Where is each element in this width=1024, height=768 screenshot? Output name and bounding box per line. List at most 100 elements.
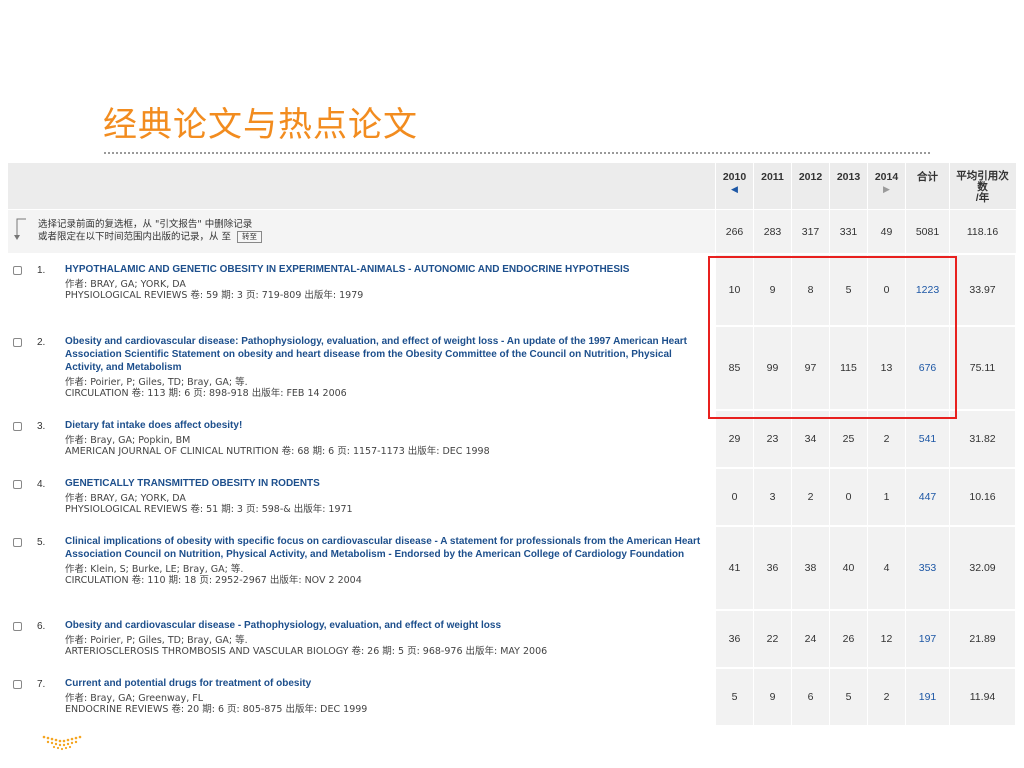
record-number: 4. xyxy=(37,479,46,490)
value-2014: 0 xyxy=(867,255,905,325)
record-number: 5. xyxy=(37,537,46,548)
record-checkbox[interactable] xyxy=(13,266,22,275)
value-2010: 85 xyxy=(715,327,753,409)
record-checkbox[interactable] xyxy=(13,538,22,547)
value-2013: 25 xyxy=(829,411,867,467)
record-authors: 作者: Poirier, P; Giles, TD; Bray, GA; 等. xyxy=(65,377,248,388)
avg-citations: 11.94 xyxy=(949,669,1015,725)
next-years-arrow-icon[interactable]: ▶ xyxy=(883,183,890,195)
record-body: GENETICALLY TRANSMITTED OBESITY IN RODEN… xyxy=(65,477,705,515)
value-2012: 24 xyxy=(791,611,829,667)
avg-citations: 10.16 xyxy=(949,469,1015,525)
record-number: 2. xyxy=(37,337,46,348)
summary-value-2012: 317 xyxy=(791,210,829,253)
summary-row: 选择记录前面的复选框，从 "引文报告" 中删除记录 或者限定在以下时间范围内出版… xyxy=(8,209,1016,253)
record-source: PHYSIOLOGICAL REVIEWS 卷: 59 期: 3 页: 719-… xyxy=(65,290,364,301)
table-row: 3. Dietary fat intake does affect obesit… xyxy=(8,409,1016,467)
summary-value-2013: 331 xyxy=(829,210,867,253)
record-title-link[interactable]: GENETICALLY TRANSMITTED OBESITY IN RODEN… xyxy=(65,477,705,490)
record-title-link[interactable]: Clinical implications of obesity with sp… xyxy=(65,535,705,561)
record-authors: 作者: Klein, S; Burke, LE; Bray, GA; 等. xyxy=(65,564,244,575)
year-col-2010[interactable]: 2010 ◀ xyxy=(715,163,753,209)
year-label: 2014 xyxy=(874,171,899,183)
value-2011: 99 xyxy=(753,327,791,409)
summary-stats: 266 283 317 331 49 5081 118.16 xyxy=(715,210,1016,253)
record-checkbox[interactable] xyxy=(13,338,22,347)
total-citations-link[interactable]: 1223 xyxy=(905,255,949,325)
record-stats: 36 22 24 26 12 197 21.89 xyxy=(715,611,1016,667)
table-row: 4. GENETICALLY TRANSMITTED OBESITY IN RO… xyxy=(8,467,1016,525)
record-stats: 41 36 38 40 4 353 32.09 xyxy=(715,527,1016,609)
record-checkbox[interactable] xyxy=(13,680,22,689)
record-authors: 作者: BRAY, GA; YORK, DA xyxy=(65,279,186,290)
record-title-link[interactable]: Obesity and cardiovascular disease: Path… xyxy=(65,335,705,374)
record-source: ARTERIOSCLEROSIS THROMBOSIS AND VASCULAR… xyxy=(65,646,548,657)
value-2011: 9 xyxy=(753,255,791,325)
record-number: 3. xyxy=(37,421,46,432)
total-col-header: 合计 xyxy=(905,163,949,209)
record-body: Dietary fat intake does affect obesity! … xyxy=(65,419,705,457)
summary-total: 5081 xyxy=(905,210,949,253)
record-source: PHYSIOLOGICAL REVIEWS 卷: 51 期: 3 页: 598-… xyxy=(65,504,353,515)
value-2013: 5 xyxy=(829,669,867,725)
year-label: 2013 xyxy=(836,171,861,183)
total-citations-link[interactable]: 447 xyxy=(905,469,949,525)
value-2014: 12 xyxy=(867,611,905,667)
value-2014: 2 xyxy=(867,411,905,467)
record-title-link[interactable]: Current and potential drugs for treatmen… xyxy=(65,677,705,690)
year-label: 2011 xyxy=(761,171,784,183)
record-checkbox[interactable] xyxy=(13,480,22,489)
total-citations-link[interactable]: 191 xyxy=(905,669,949,725)
value-2010: 29 xyxy=(715,411,753,467)
record-body: Clinical implications of obesity with sp… xyxy=(65,535,705,586)
record-source: CIRCULATION 卷: 110 期: 18 页: 2952-2967 出版… xyxy=(65,575,362,586)
value-2012: 34 xyxy=(791,411,829,467)
year-col-2013: 2013 xyxy=(829,163,867,209)
value-2010: 0 xyxy=(715,469,753,525)
value-2011: 22 xyxy=(753,611,791,667)
record-number: 1. xyxy=(37,265,46,276)
total-citations-link[interactable]: 197 xyxy=(905,611,949,667)
record-stats: 10 9 8 5 0 1223 33.97 xyxy=(715,255,1016,325)
total-label: 合计 xyxy=(917,171,938,183)
summary-instructions: 选择记录前面的复选框，从 "引文报告" 中删除记录 或者限定在以下时间范围内出版… xyxy=(38,219,263,244)
goto-button[interactable]: 转至 xyxy=(237,231,263,243)
value-2013: 0 xyxy=(829,469,867,525)
year-col-2012: 2012 xyxy=(791,163,829,209)
value-2014: 13 xyxy=(867,327,905,409)
record-title-link[interactable]: Obesity and cardiovascular disease - Pat… xyxy=(65,619,705,632)
summary-avg: 118.16 xyxy=(949,210,1015,253)
record-authors: 作者: BRAY, GA; YORK, DA xyxy=(65,493,186,504)
value-2012: 97 xyxy=(791,327,829,409)
record-number: 7. xyxy=(37,679,46,690)
sunburst-logo-icon xyxy=(42,735,82,751)
title-divider xyxy=(104,152,930,154)
value-2010: 10 xyxy=(715,255,753,325)
avg-citations: 32.09 xyxy=(949,527,1015,609)
table-row: 1. HYPOTHALAMIC AND GENETIC OBESITY IN E… xyxy=(8,253,1016,325)
total-citations-link[interactable]: 676 xyxy=(905,327,949,409)
year-col-2014[interactable]: 2014 ▶ xyxy=(867,163,905,209)
value-2010: 5 xyxy=(715,669,753,725)
table-row: 7. Current and potential drugs for treat… xyxy=(8,667,1016,725)
total-citations-link[interactable]: 541 xyxy=(905,411,949,467)
avg-citations: 75.11 xyxy=(949,327,1015,409)
record-title-link[interactable]: HYPOTHALAMIC AND GENETIC OBESITY IN EXPE… xyxy=(65,263,705,276)
record-checkbox[interactable] xyxy=(13,622,22,631)
prev-years-arrow-icon[interactable]: ◀ xyxy=(731,183,738,195)
avg-col-header: 平均引用次 数 /年 xyxy=(949,163,1015,209)
year-label: 2012 xyxy=(798,171,823,183)
avg-citations: 31.82 xyxy=(949,411,1015,467)
header-stats: 2010 ◀ 2011 2012 2013 2014 ▶ 合计 平均引用次 数 xyxy=(715,163,1016,209)
record-stats: 5 9 6 5 2 191 11.94 xyxy=(715,669,1016,725)
avg-label-line3: /年 xyxy=(975,192,990,204)
table-header: 2010 ◀ 2011 2012 2013 2014 ▶ 合计 平均引用次 数 xyxy=(8,163,1016,209)
record-source: AMERICAN JOURNAL OF CLINICAL NUTRITION 卷… xyxy=(65,446,490,457)
total-citations-link[interactable]: 353 xyxy=(905,527,949,609)
record-checkbox[interactable] xyxy=(13,422,22,431)
record-body: Current and potential drugs for treatmen… xyxy=(65,677,705,715)
summary-value-2010: 266 xyxy=(715,210,753,253)
record-body: Obesity and cardiovascular disease - Pat… xyxy=(65,619,705,657)
record-title-link[interactable]: Dietary fat intake does affect obesity! xyxy=(65,419,705,432)
value-2013: 5 xyxy=(829,255,867,325)
